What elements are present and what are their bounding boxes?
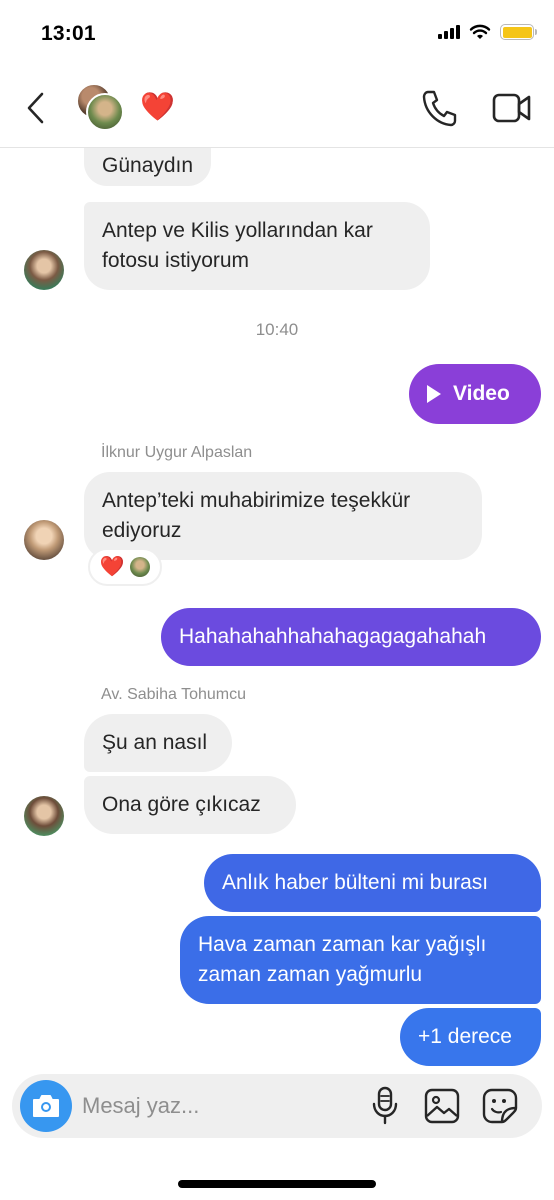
wifi-icon [469, 24, 491, 39]
audio-call-button[interactable] [420, 88, 458, 128]
message-bubble[interactable]: +1 derece [400, 1008, 541, 1066]
camera-button[interactable] [20, 1080, 72, 1132]
group-name-heart[interactable]: ❤️ [140, 93, 175, 121]
message-bubble[interactable]: Hava zaman zaman kar yağışlı zaman zaman… [180, 916, 541, 1004]
message-bubble[interactable]: Şu an nasıl [84, 714, 232, 772]
status-bar: 13:01 [0, 0, 554, 70]
message-bubble[interactable]: Anlık haber bülteni mi burası [204, 854, 541, 912]
heart-reaction-icon: ❤️ [99, 556, 125, 578]
chevron-left-icon [27, 92, 44, 124]
message-text: Antep’teki muhabirimize teşekkür ediyoru… [102, 489, 411, 542]
message-text: Anlık haber bülteni mi burası [222, 871, 489, 894]
microphone-icon [372, 1086, 398, 1125]
message-text: Antep ve Kilis yollarından kar fotosu is… [102, 219, 373, 272]
status-icons [438, 24, 537, 40]
sticker-button[interactable] [482, 1088, 518, 1124]
group-avatar[interactable] [76, 83, 128, 133]
message-bubble[interactable]: Hahahahahhahahagagagahahah [161, 608, 541, 666]
status-time: 13:01 [41, 22, 96, 45]
avatar[interactable] [24, 250, 64, 290]
video-call-button[interactable] [492, 90, 532, 126]
message-thread[interactable]: Günaydın Antep ve Kilis yollarından kar … [0, 148, 554, 1070]
avatar[interactable] [24, 520, 64, 560]
sender-name: Av. Sabiha Tohumcu [101, 686, 246, 703]
camera-icon [33, 1095, 59, 1117]
back-button[interactable] [20, 88, 52, 128]
message-text: +1 derece [418, 1025, 512, 1048]
message-text: Günaydın [102, 154, 194, 177]
cellular-signal-icon [438, 25, 460, 39]
video-message-bubble[interactable]: Video [409, 364, 541, 424]
message-bubble[interactable]: Antep ve Kilis yollarından kar fotosu is… [84, 202, 430, 290]
battery-icon [500, 24, 537, 40]
chat-header: ❤️ [0, 70, 554, 148]
reactor-avatar [130, 557, 151, 577]
phone-icon [422, 90, 457, 127]
message-bubble[interactable]: Günaydın [84, 148, 212, 186]
message-text: Ona göre çıkıcaz [102, 793, 261, 816]
play-icon [427, 385, 441, 403]
message-bubble[interactable]: Ona göre çıkıcaz [84, 776, 296, 834]
timestamp: 10:40 [255, 320, 299, 339]
voice-message-button[interactable] [370, 1086, 400, 1126]
image-icon [424, 1088, 460, 1124]
battery-level [502, 26, 532, 38]
avatar[interactable] [24, 796, 64, 836]
avatar [86, 93, 124, 131]
message-input[interactable] [82, 1088, 352, 1124]
message-text: Hava zaman zaman kar yağışlı zaman zaman… [198, 933, 487, 986]
message-reactions[interactable]: ❤️ [88, 548, 162, 586]
message-text: Şu an nasıl [102, 731, 208, 754]
message-text: Video [453, 382, 510, 405]
sender-name: İlknur Uygur Alpaslan [101, 444, 253, 461]
video-camera-icon [492, 93, 531, 123]
sticker-icon [482, 1088, 518, 1124]
home-indicator [178, 1180, 376, 1188]
message-bubble[interactable]: Antep’teki muhabirimize teşekkür ediyoru… [84, 472, 482, 560]
gallery-button[interactable] [424, 1088, 460, 1124]
message-text: Hahahahahhahahagagagahahah [179, 625, 487, 648]
message-composer [12, 1074, 542, 1138]
